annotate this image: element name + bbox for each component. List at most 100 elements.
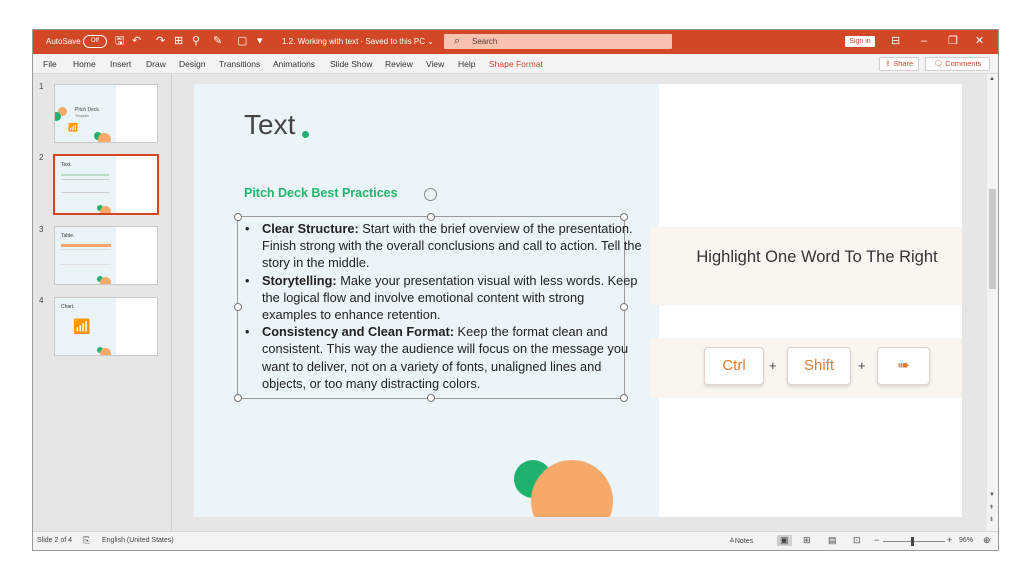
- bullet-list[interactable]: Clear Structure: Start with the brief ov…: [244, 220, 642, 392]
- bullet-heading: Consistency and Clean Format:: [262, 324, 454, 340]
- zoom-level[interactable]: 96%: [959, 537, 973, 544]
- thumbnail-decoration: [100, 348, 111, 355]
- thumbnail-number: 4: [39, 296, 44, 305]
- highlight-card: Highlight One Word To The Right: [650, 227, 962, 305]
- tab-shape-format[interactable]: Shape Format: [489, 59, 543, 69]
- thumbnail-decoration: [100, 206, 111, 213]
- next-slide-icon[interactable]: ⇟: [989, 516, 994, 523]
- title-bar: AutoSave Off 🖫 ↶ ↷ ⊞ ⚲ ✎ ▢ ▾ 1.2. Workin…: [33, 30, 998, 54]
- chart-icon: 📶: [68, 123, 78, 132]
- current-slide[interactable]: Text Pitch Deck Best Practices Clear Str…: [194, 84, 962, 517]
- customize-icon[interactable]: ▾: [257, 35, 263, 47]
- thumbnail-title: Chart.: [61, 304, 75, 310]
- tab-draw[interactable]: Draw: [146, 59, 166, 69]
- slide-subtitle[interactable]: Pitch Deck Best Practices: [244, 186, 398, 200]
- zoom-slider-knob[interactable]: [911, 537, 914, 546]
- thumbnail-number: 1: [39, 82, 44, 91]
- vertical-scrollbar[interactable]: ▲ ▼ ⇞ ⇟: [987, 74, 998, 531]
- arrow-right-icon: ➠: [897, 357, 910, 374]
- ctrl-key: Ctrl: [704, 347, 764, 385]
- tab-review[interactable]: Review: [385, 59, 413, 69]
- share-button[interactable]: ⇪ Share: [879, 57, 919, 71]
- accessibility-icon[interactable]: ⎘: [83, 535, 90, 546]
- search-box[interactable]: ⌕ Search: [444, 34, 672, 49]
- tab-transitions[interactable]: Transitions: [219, 59, 260, 69]
- tab-design[interactable]: Design: [179, 59, 205, 69]
- notes-button[interactable]: ≗Notes: [729, 537, 753, 545]
- slide-thumbnail-2[interactable]: Text.: [53, 154, 159, 215]
- thumbnail-text-line: [61, 174, 109, 176]
- resize-handle[interactable]: [620, 394, 628, 402]
- autosave-toggle[interactable]: Off: [83, 35, 107, 48]
- zoom-out-icon[interactable]: −: [874, 535, 879, 545]
- highlight-text: Highlight One Word To The Right: [696, 248, 938, 266]
- bullet-item: Clear Structure: Start with the brief ov…: [245, 220, 642, 272]
- tab-help[interactable]: Help: [458, 59, 475, 69]
- format-painter-icon[interactable]: ⚲: [192, 35, 200, 47]
- share-icon: ⇪: [884, 59, 894, 68]
- thumbnail-table-header: [61, 244, 111, 247]
- comments-label: Comments: [945, 59, 982, 68]
- chart-icon: 📶: [73, 318, 91, 334]
- bullet-heading: Clear Structure:: [262, 221, 359, 236]
- arrow-right-key: ➠: [877, 347, 930, 385]
- tab-insert[interactable]: Insert: [110, 59, 131, 69]
- autosave-label: AutoSave: [46, 37, 81, 46]
- comments-button[interactable]: 🗨 Comments: [925, 57, 990, 71]
- rotation-handle[interactable]: [424, 188, 437, 201]
- sign-in-button[interactable]: Sign in: [845, 36, 875, 47]
- slide-thumbnail-4[interactable]: Chart. 📶: [54, 297, 158, 356]
- previous-slide-icon[interactable]: ⇞: [989, 504, 994, 511]
- present-icon[interactable]: ⊞: [174, 35, 183, 47]
- restore-icon[interactable]: ❐: [948, 35, 958, 47]
- resize-handle[interactable]: [234, 213, 242, 221]
- normal-view-icon[interactable]: ▣: [777, 535, 792, 546]
- reading-view-icon[interactable]: ▤: [828, 535, 837, 546]
- bullet-item: Storytelling: Make your presentation vis…: [245, 272, 642, 324]
- save-icon[interactable]: 🖫: [115, 35, 124, 47]
- plus-sign: +: [858, 358, 866, 373]
- scrollbar-thumb[interactable]: [989, 189, 996, 289]
- plus-sign: +: [769, 358, 777, 373]
- thumbnail-table-body: [61, 249, 111, 265]
- ribbon-display-icon[interactable]: ⊟: [891, 35, 900, 47]
- scroll-down-icon[interactable]: ▼: [989, 492, 995, 498]
- resize-handle[interactable]: [234, 303, 242, 311]
- title-dot-decoration: [302, 131, 309, 138]
- status-bar: Slide 2 of 4 ⎘ English (United States) ≗…: [33, 531, 998, 550]
- search-placeholder: Search: [472, 37, 498, 46]
- tab-home[interactable]: Home: [73, 59, 96, 69]
- scroll-up-icon[interactable]: ▲: [989, 76, 995, 82]
- thumbnail-decoration: [100, 277, 111, 284]
- shift-key: Shift: [787, 347, 851, 385]
- language-status[interactable]: English (United States): [102, 537, 174, 544]
- slide-thumbnail-1[interactable]: Pitch Deck. Template 📶: [54, 84, 158, 143]
- undo-icon[interactable]: ↶: [132, 35, 141, 47]
- thumbnail-title: Pitch Deck.: [75, 107, 101, 113]
- minimize-icon[interactable]: –: [921, 35, 927, 47]
- bullet-item: Consistency and Clean Format: Keep the f…: [245, 323, 642, 392]
- thumbnail-title: Table.: [61, 233, 75, 239]
- tab-slide-show[interactable]: Slide Show: [330, 59, 373, 69]
- tab-file[interactable]: File: [43, 59, 57, 69]
- thumbnail-subtitle: Template: [75, 114, 90, 118]
- powerpoint-window: AutoSave Off 🖫 ↶ ↷ ⊞ ⚲ ✎ ▢ ▾ 1.2. Workin…: [32, 29, 999, 551]
- slide-thumbnails-panel: 1 Pitch Deck. Template 📶 2 Text. 3 Table…: [33, 74, 171, 531]
- close-icon[interactable]: ✕: [975, 35, 984, 47]
- resize-handle[interactable]: [427, 394, 435, 402]
- slide-title[interactable]: Text: [244, 109, 295, 141]
- zoom-in-icon[interactable]: +: [947, 535, 952, 545]
- slide-sorter-icon[interactable]: ⊞: [803, 535, 811, 546]
- slideshow-icon[interactable]: ⊡: [853, 535, 861, 546]
- ribbon-tabs: File Home Insert Draw Design Transitions…: [33, 54, 998, 74]
- document-title[interactable]: 1.2. Working with text · Saved to this P…: [282, 37, 434, 46]
- tab-animations[interactable]: Animations: [273, 59, 315, 69]
- zoom-slider-track[interactable]: [883, 541, 945, 542]
- resize-handle[interactable]: [234, 394, 242, 402]
- shape-icon[interactable]: ▢: [237, 35, 247, 47]
- redo-icon[interactable]: ↷: [156, 35, 165, 47]
- draw-icon[interactable]: ✎: [213, 35, 222, 47]
- fit-slide-icon[interactable]: ⊕: [983, 535, 991, 546]
- tab-view[interactable]: View: [426, 59, 444, 69]
- slide-thumbnail-3[interactable]: Table.: [54, 226, 158, 285]
